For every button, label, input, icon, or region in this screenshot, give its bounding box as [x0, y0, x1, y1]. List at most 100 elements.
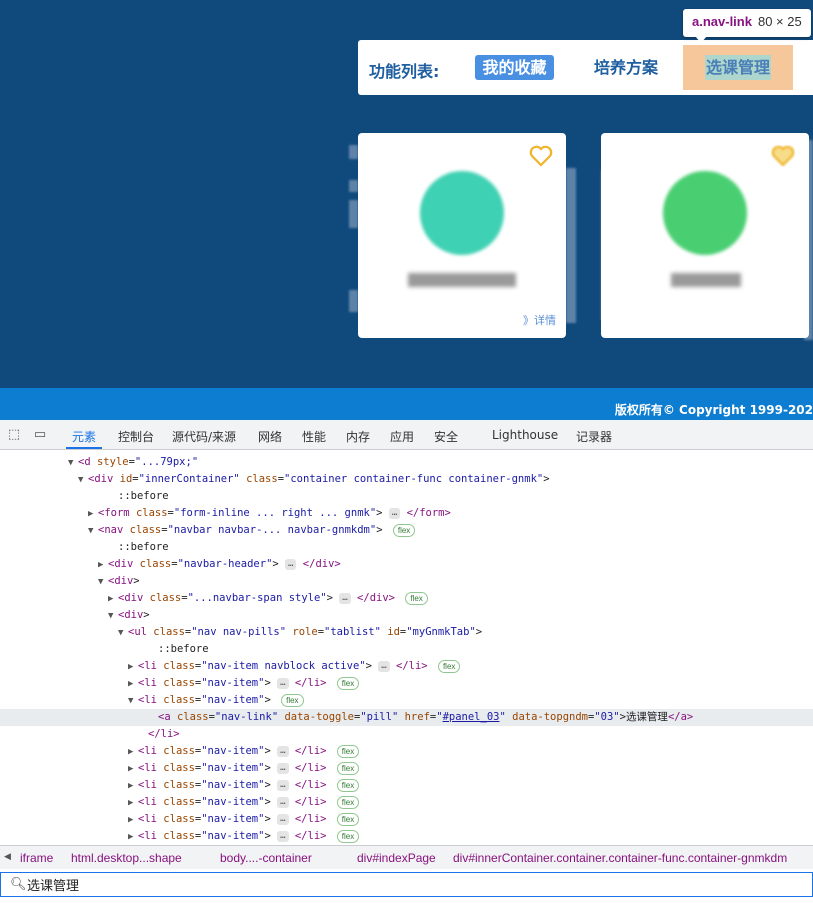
expand-right-icon[interactable]: ▶	[128, 761, 138, 778]
dom-search-bar: 🔍︎	[0, 872, 813, 897]
tab-console[interactable]: 控制台	[118, 428, 154, 445]
dom-node-markup: <d style="...79px;"	[78, 456, 199, 468]
search-input[interactable]	[27, 875, 787, 894]
device-toolbar-icon[interactable]: ▭	[32, 427, 48, 443]
card-icon-image	[420, 171, 504, 255]
dom-node-row[interactable]: <a class="nav-link" data-toggle="pill" h…	[0, 709, 813, 726]
dom-node-markup: ::before	[118, 541, 169, 553]
dom-node-markup: <div id="innerContainer" class="containe…	[88, 473, 550, 485]
dom-node-markup: </li>	[148, 728, 180, 740]
nav-title: 功能列表:	[369, 62, 440, 81]
breadcrumb-item[interactable]: div#indexPage	[357, 851, 436, 865]
dom-node-row[interactable]: ▶ <li class="nav-item"> … </li> flex	[0, 811, 813, 828]
devtools-panel: ⬚ ▭ 元素 控制台 源代码/来源 网络 性能 内存 应用 安全 Lightho…	[0, 420, 813, 903]
dom-node-markup: <a class="nav-link" data-toggle="pill" h…	[158, 711, 694, 723]
dom-node-row[interactable]: ▶ <li class="nav-item"> … </li> flex	[0, 760, 813, 777]
dom-node-row[interactable]: ::before	[0, 641, 813, 658]
function-card[interactable]	[601, 133, 809, 338]
tab-sources[interactable]: 源代码/来源	[172, 428, 236, 445]
dom-node-row[interactable]: ▶ <li class="nav-item"> … </li> flex	[0, 828, 813, 845]
expand-right-icon[interactable]: ▶	[128, 812, 138, 829]
card-more-link[interactable]: 》详情	[523, 312, 556, 328]
dom-node-row[interactable]: ▶ <li class="nav-item"> … </li> flex	[0, 675, 813, 692]
dom-tree: ▼ <d style="...79px;" ▼ <div id="innerConta…	[0, 450, 813, 845]
nav-link-course-selection[interactable]: 选课管理	[683, 45, 793, 90]
dom-node-row[interactable]: ::before	[0, 539, 813, 556]
expand-right-icon[interactable]: ▶	[128, 659, 138, 676]
dom-node-row[interactable]: ▼ <div>	[0, 607, 813, 624]
tooltip-arrow	[695, 36, 707, 43]
dom-node-row[interactable]: ▼ <d style="...79px;"	[0, 454, 813, 471]
dom-node-row[interactable]: </li>	[0, 726, 813, 743]
nav-link-training-plan[interactable]: 培养方案	[594, 55, 658, 80]
dom-node-row[interactable]: ::before	[0, 488, 813, 505]
dom-node-row[interactable]: ▼ <nav class="navbar navbar-... navbar-gn…	[0, 522, 813, 539]
dom-node-markup: ::before	[118, 490, 169, 502]
blurred-decoration	[349, 180, 358, 192]
dom-node-markup: <li class="nav-item"> … </li> flex	[138, 676, 360, 690]
tab-elements[interactable]: 元素	[65, 428, 103, 449]
dom-node-markup: <li class="nav-item"> … </li> flex	[138, 829, 360, 843]
blurred-decoration	[349, 200, 358, 228]
dom-node-markup: <li class="nav-item"> flex	[138, 693, 304, 707]
dom-node-markup: <li class="nav-item"> … </li> flex	[138, 744, 360, 758]
copyright-text: 版权所有© Copyright 1999-202	[614, 403, 813, 417]
expand-right-icon[interactable]: ▶	[98, 557, 108, 574]
tab-network[interactable]: 网络	[258, 428, 282, 445]
dom-node-row[interactable]: ▶ <li class="nav-item navblock active"> ……	[0, 658, 813, 675]
expand-down-icon[interactable]: ▼	[68, 455, 78, 472]
tab-recorder[interactable]: 记录器	[576, 428, 612, 445]
dom-node-row[interactable]: ▼ <ul class="nav nav-pills" role="tablist…	[0, 624, 813, 641]
expand-right-icon[interactable]: ▶	[88, 506, 98, 523]
dom-node-row[interactable]: ▶ <div class="navbar-header"> … </div>	[0, 556, 813, 573]
nav-link-course-selection-label: 选课管理	[705, 55, 771, 80]
card-title-blurred	[408, 273, 516, 287]
expand-down-icon[interactable]: ▼	[128, 693, 138, 710]
expand-right-icon[interactable]: ▶	[108, 591, 118, 608]
dom-node-markup: <ul class="nav nav-pills" role="tablist"…	[128, 626, 483, 638]
expand-right-icon[interactable]: ▶	[128, 778, 138, 795]
expand-down-icon[interactable]: ▼	[118, 625, 128, 642]
dom-node-markup: <nav class="navbar navbar-... navbar-gnm…	[98, 523, 416, 537]
dom-node-row[interactable]: ▶ <form class="form-inline ... right ... …	[0, 505, 813, 522]
expand-right-icon[interactable]: ▶	[128, 795, 138, 812]
element-inspect-tooltip: a.nav-link 80 × 25	[683, 9, 811, 37]
expand-right-icon[interactable]: ▶	[128, 829, 138, 845]
expand-down-icon[interactable]: ▼	[108, 608, 118, 625]
dom-node-row[interactable]: ▶ <div class="...navbar-span style"> … </…	[0, 590, 813, 607]
expand-right-icon[interactable]: ▶	[128, 676, 138, 693]
expand-down-icon[interactable]: ▼	[98, 574, 108, 591]
dom-node-row[interactable]: ▶ <li class="nav-item"> … </li> flex	[0, 794, 813, 811]
dom-node-markup: <li class="nav-item"> … </li> flex	[138, 812, 360, 826]
dom-node-markup: <li class="nav-item"> … </li> flex	[138, 795, 360, 809]
search-icon: 🔍︎	[10, 877, 27, 892]
expand-down-icon[interactable]: ▼	[78, 472, 88, 489]
heart-icon[interactable]	[771, 145, 795, 167]
breadcrumb-item[interactable]: iframe	[20, 851, 53, 865]
breadcrumb-item[interactable]: html.desktop...shape	[71, 851, 182, 865]
tooltip-size: 80 × 25	[757, 14, 802, 29]
nav-link-favorites[interactable]: 我的收藏	[475, 55, 554, 80]
dom-node-row[interactable]: ▼ <li class="nav-item"> flex	[0, 692, 813, 709]
dom-node-row[interactable]: ▶ <li class="nav-item"> … </li> flex	[0, 743, 813, 760]
inspect-element-icon[interactable]: ⬚	[6, 427, 22, 443]
scroll-left-icon[interactable]: ◀	[4, 851, 11, 862]
tab-performance[interactable]: 性能	[302, 428, 326, 445]
tab-application[interactable]: 应用	[390, 428, 414, 445]
dom-node-row[interactable]: ▼ <div id="innerContainer" class="contain…	[0, 471, 813, 488]
tab-lighthouse[interactable]: Lighthouse	[492, 428, 558, 442]
card-title-blurred	[671, 273, 741, 287]
function-card[interactable]: 》详情	[358, 133, 566, 338]
breadcrumb-item[interactable]: body....-container	[220, 851, 312, 865]
dom-node-row[interactable]: ▼ <div>	[0, 573, 813, 590]
tab-security[interactable]: 安全	[434, 428, 458, 445]
breadcrumb-item[interactable]: div#innerContainer.container.container-f…	[453, 851, 787, 865]
expand-right-icon[interactable]: ▶	[128, 744, 138, 761]
dom-node-markup: <div>	[108, 575, 140, 587]
expand-down-icon[interactable]: ▼	[88, 523, 98, 540]
dom-node-markup: <form class="form-inline ... right ... g…	[98, 507, 451, 519]
dom-node-row[interactable]: ▶ <li class="nav-item"> … </li> flex	[0, 777, 813, 794]
tab-memory[interactable]: 内存	[346, 428, 370, 445]
heart-icon[interactable]	[529, 145, 553, 167]
dom-node-markup: <div class="navbar-header"> … </div>	[108, 558, 341, 570]
